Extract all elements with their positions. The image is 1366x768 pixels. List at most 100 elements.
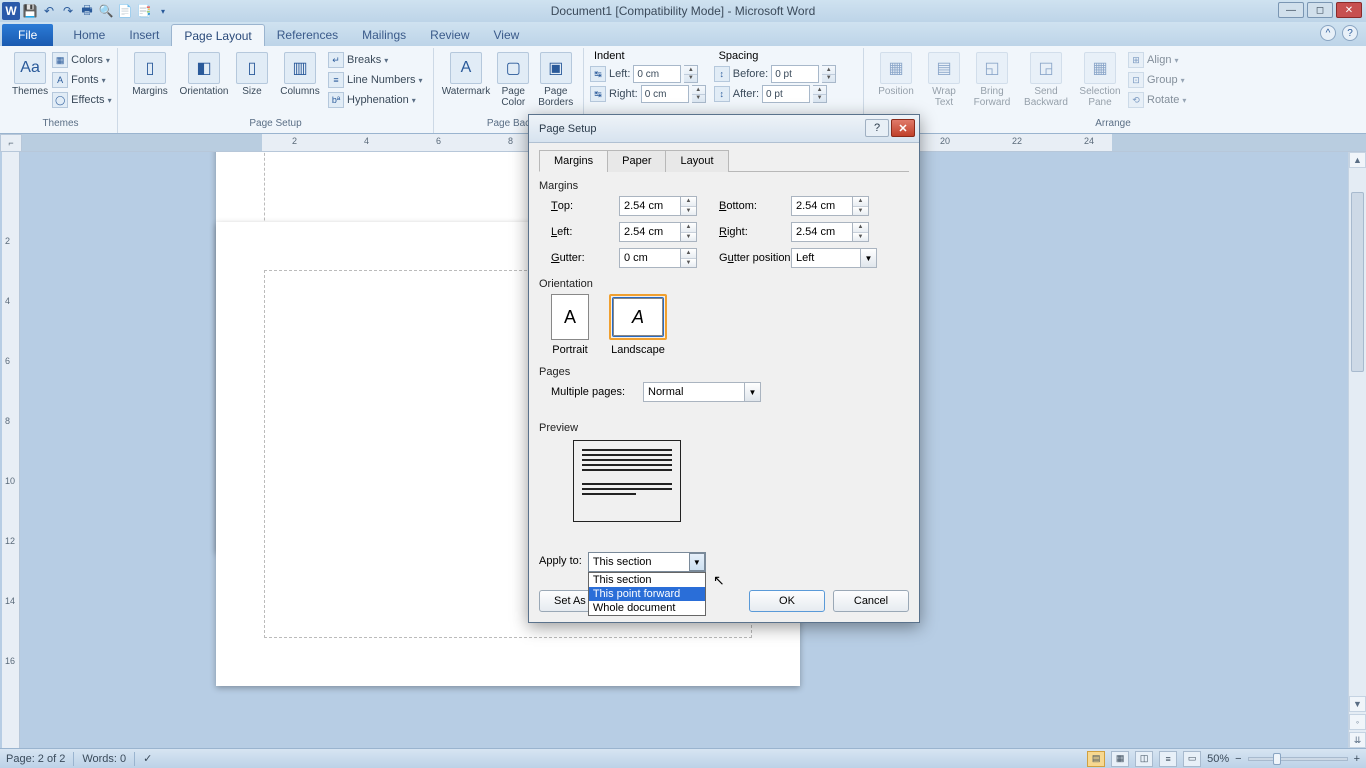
qat-icon-1[interactable]: 📄 [116, 2, 134, 20]
margin-top-input[interactable]: ▲▼ [619, 196, 705, 216]
scroll-down-icon[interactable]: ▼ [1349, 696, 1366, 712]
ok-button[interactable]: OK [749, 590, 825, 612]
tab-view[interactable]: View [482, 24, 532, 46]
margins-section-label: Margins [539, 180, 909, 192]
gutter-input[interactable]: ▲▼ [619, 248, 705, 268]
orientation-landscape[interactable]: A Landscape [609, 294, 667, 356]
dialog-help-button[interactable]: ? [865, 119, 889, 137]
spacing-before-spinner[interactable]: ▲▼ [822, 65, 836, 83]
ruler-corner[interactable]: ⌐ [0, 134, 22, 152]
minimize-button[interactable]: — [1278, 2, 1304, 18]
indent-right-spinner[interactable]: ▲▼ [692, 85, 706, 103]
apply-to-option-this-point-forward[interactable]: This point forward [589, 587, 705, 601]
columns-button[interactable]: ▥Columns [274, 50, 326, 99]
tab-home[interactable]: Home [61, 24, 117, 46]
wrap-text-button[interactable]: ▤Wrap Text [924, 50, 964, 110]
status-proofing-icon[interactable]: ✓ [143, 752, 152, 765]
close-button[interactable]: ✕ [1336, 2, 1362, 18]
breaks-button[interactable]: ↵Breaks▾ [328, 50, 423, 70]
margins-button[interactable]: ▯Margins [124, 50, 176, 99]
view-outline-icon[interactable]: ≡ [1159, 751, 1177, 767]
orientation-section-label: Orientation [539, 278, 909, 290]
maximize-button[interactable]: ◻ [1307, 2, 1333, 18]
tab-review[interactable]: Review [418, 24, 481, 46]
margin-right-input[interactable]: ▲▼ [791, 222, 877, 242]
page-color-button[interactable]: ▢Page Color [494, 50, 533, 110]
orientation-button[interactable]: ◧Orientation [178, 50, 230, 99]
rotate-button[interactable]: ⟲Rotate▾ [1128, 90, 1186, 110]
zoom-in-button[interactable]: + [1354, 753, 1360, 765]
apply-to-select[interactable]: This section▼ [588, 552, 706, 572]
spacing-after-spinner[interactable]: ▲▼ [813, 85, 827, 103]
qat-icon-2[interactable]: 📑 [135, 2, 153, 20]
help-icon[interactable]: ? [1342, 25, 1358, 41]
zoom-slider[interactable] [1248, 757, 1348, 761]
dialog-tab-layout[interactable]: Layout [665, 150, 728, 172]
view-draft-icon[interactable]: ▭ [1183, 751, 1201, 767]
tab-references[interactable]: References [265, 24, 350, 46]
indent-left-spinner[interactable]: ▲▼ [684, 65, 698, 83]
gutter-position-select[interactable]: Left▼ [791, 248, 877, 268]
dialog-tab-paper[interactable]: Paper [607, 150, 666, 172]
save-icon[interactable]: 💾 [21, 2, 39, 20]
apply-to-option-this-section[interactable]: This section [589, 573, 705, 587]
size-button[interactable]: ▯Size [232, 50, 272, 99]
redo-icon[interactable]: ↷ [59, 2, 77, 20]
margin-bottom-input[interactable]: ▲▼ [791, 196, 877, 216]
status-zoom[interactable]: 50% [1207, 753, 1229, 765]
line-numbers-button[interactable]: ≡Line Numbers▾ [328, 70, 423, 90]
status-page[interactable]: Page: 2 of 2 [6, 753, 65, 765]
status-words[interactable]: Words: 0 [82, 753, 126, 765]
undo-icon[interactable]: ↶ [40, 2, 58, 20]
zoom-out-button[interactable]: − [1235, 753, 1241, 765]
vertical-ruler[interactable]: 246810121416 [2, 152, 20, 748]
vertical-scrollbar[interactable]: ▲ ▼ ◦ ⇊ [1348, 152, 1366, 748]
margin-left-input[interactable]: ▲▼ [619, 222, 705, 242]
next-page-icon[interactable]: ⇊ [1349, 732, 1366, 748]
browse-object-icon[interactable]: ◦ [1349, 714, 1366, 730]
indent-left-input[interactable]: 0 cm [633, 65, 681, 83]
hyphenation-button[interactable]: bªHyphenation▾ [328, 90, 423, 110]
selection-pane-icon: ▦ [1084, 52, 1116, 84]
spacing-after-input[interactable]: 0 pt [762, 85, 810, 103]
multiple-pages-select[interactable]: Normal▼ [643, 382, 761, 402]
dialog-tab-margins[interactable]: Margins [539, 150, 608, 172]
qat-dropdown-icon[interactable]: ▾ [154, 2, 172, 20]
indent-right-input[interactable]: 0 cm [641, 85, 689, 103]
view-print-layout-icon[interactable]: ▤ [1087, 751, 1105, 767]
orientation-portrait[interactable]: A Portrait [551, 294, 589, 356]
apply-to-option-whole-document[interactable]: Whole document [589, 601, 705, 615]
view-web-icon[interactable]: ◫ [1135, 751, 1153, 767]
position-button[interactable]: ▦Position [870, 50, 922, 99]
breaks-icon: ↵ [328, 52, 344, 68]
print-icon[interactable]: 🖶 [78, 2, 96, 20]
spacing-before-input[interactable]: 0 pt [771, 65, 819, 83]
tab-page-layout[interactable]: Page Layout [171, 24, 264, 46]
send-backward-button[interactable]: ◲Send Backward [1020, 50, 1072, 110]
tab-file[interactable]: File [2, 24, 53, 46]
ribbon-minimize-icon[interactable]: ^ [1320, 25, 1336, 41]
tab-mailings[interactable]: Mailings [350, 24, 418, 46]
preview-icon[interactable]: 🔍 [97, 2, 115, 20]
rotate-icon: ⟲ [1128, 92, 1144, 108]
view-full-screen-icon[interactable]: ▦ [1111, 751, 1129, 767]
themes-icon: Aa [14, 52, 46, 84]
theme-effects-button[interactable]: ◯Effects▾ [52, 90, 111, 110]
tab-insert[interactable]: Insert [117, 24, 171, 46]
watermark-button[interactable]: AWatermark [440, 50, 492, 99]
selection-pane-button[interactable]: ▦Selection Pane [1074, 50, 1126, 110]
theme-fonts-button[interactable]: AFonts▾ [52, 70, 111, 90]
gutter-position-label: Gutter position: [719, 248, 777, 268]
group-button[interactable]: ⊡Group▾ [1128, 70, 1186, 90]
margin-top-label: Top: [551, 196, 605, 216]
page-borders-button[interactable]: ▣Page Borders [535, 50, 577, 110]
theme-colors-button[interactable]: ▦Colors▾ [52, 50, 111, 70]
scroll-up-icon[interactable]: ▲ [1349, 152, 1366, 168]
align-button[interactable]: ⊞Align▾ [1128, 50, 1186, 70]
scroll-thumb[interactable] [1351, 192, 1364, 372]
cancel-button[interactable]: Cancel [833, 590, 909, 612]
dialog-title-bar[interactable]: Page Setup ? ✕ [529, 115, 919, 143]
dialog-close-button[interactable]: ✕ [891, 119, 915, 137]
themes-button[interactable]: Aa Themes [10, 50, 50, 99]
bring-forward-button[interactable]: ◱Bring Forward [966, 50, 1018, 110]
